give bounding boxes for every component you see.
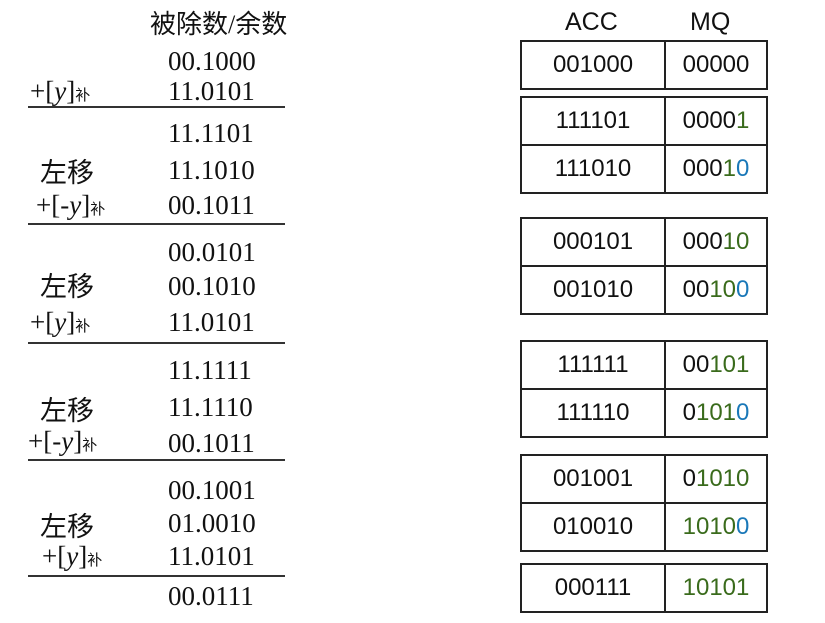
- add-y-complement-label-3: +[y]补: [42, 541, 103, 571]
- shift-left-label-1: 左移: [40, 158, 94, 188]
- mq-quotient-bits: 10: [709, 276, 737, 303]
- mq-bits: 000: [682, 155, 723, 182]
- left-value: 00.1001: [168, 475, 256, 505]
- register-row: 111111 00 101: [522, 342, 766, 388]
- acc-value: 000111: [522, 565, 666, 611]
- mq-quotient-bits: 10: [722, 228, 750, 255]
- acc-value: 000101: [522, 219, 666, 265]
- register-row: 000111 10101: [522, 565, 766, 611]
- left-value: 11.0101: [168, 307, 255, 337]
- left-value: 00.0101: [168, 237, 256, 267]
- acc-value: 001000: [522, 42, 666, 88]
- mq-quotient-bits: 101: [709, 351, 750, 378]
- shift-left-label-2: 左移: [40, 272, 94, 302]
- register-group: 111111 00 101 111110 0 101 0: [520, 340, 768, 438]
- left-value: 11.1101: [168, 118, 254, 148]
- mq-quotient-bits: 10101: [682, 574, 750, 601]
- acc-value: 111101: [522, 98, 666, 144]
- mq-value: 00 101: [666, 342, 766, 388]
- acc-value: 111010: [522, 146, 666, 192]
- register-group: 001001 0 1010 010010 1010 0: [520, 454, 768, 552]
- left-value: 00.1010: [168, 271, 256, 301]
- mq-bits: 00: [682, 351, 710, 378]
- register-row: 111010 000 1 0: [522, 144, 766, 192]
- register-row: 001000 00000: [522, 42, 766, 88]
- acc-value: 111110: [522, 390, 666, 436]
- add-y-complement-label-2: +[y]补: [30, 307, 91, 337]
- mq-shifted-bit: 0: [736, 276, 750, 303]
- separator-line: [28, 575, 285, 577]
- add-y-complement-label-1: +[y]补: [30, 76, 91, 106]
- register-group: 001000 00000: [520, 40, 768, 90]
- separator-line: [28, 223, 285, 225]
- left-value: 00.1011: [168, 428, 255, 458]
- acc-value: 001001: [522, 456, 666, 502]
- left-value: 11.0101: [168, 76, 255, 106]
- add-neg-y-complement-label-2: +[-y]补: [28, 426, 98, 456]
- left-value: 00.1000: [168, 46, 256, 76]
- mq-quotient-bits: 1010: [682, 513, 737, 540]
- acc-value: 111111: [522, 342, 666, 388]
- mq-quotient-bits: 101: [695, 399, 737, 426]
- register-row: 001010 00 10 0: [522, 265, 766, 313]
- mq-quotient-bits: 1010: [695, 465, 750, 492]
- add-neg-y-complement-label-1: +[-y]补: [36, 190, 106, 220]
- mq-shifted-bit: 0: [736, 399, 750, 426]
- dividend-remainder-title: 被除数/余数: [150, 10, 288, 39]
- mq-quotient-bits: 1: [722, 155, 737, 182]
- register-row: 000101 000 10: [522, 219, 766, 265]
- mq-value: 0000 1: [666, 98, 766, 144]
- mq-value: 00 10 0: [666, 267, 766, 313]
- mq-bits: 00: [682, 276, 710, 303]
- register-group: 000111 10101: [520, 563, 768, 613]
- mq-bits: 0: [682, 465, 696, 492]
- mq-value: 00010: [666, 146, 766, 192]
- acc-value: 001010: [522, 267, 666, 313]
- mq-header: MQ: [690, 8, 731, 36]
- left-value: 11.1010: [168, 155, 255, 185]
- mq-bits: 0000: [682, 107, 737, 134]
- left-value: 00.1011: [168, 190, 255, 220]
- separator-line: [28, 459, 285, 461]
- mq-value: 00000: [666, 42, 766, 88]
- register-group: 111101 0000 1 111010 000 1 0: [520, 96, 768, 194]
- mq-value: 01010: [666, 390, 766, 436]
- mq-quotient-bits: 1: [736, 107, 750, 134]
- shift-left-label-3: 左移: [40, 396, 94, 426]
- mq-value: 10101: [666, 565, 766, 611]
- separator-line: [28, 342, 285, 344]
- shift-left-label-4: 左移: [40, 512, 94, 542]
- mq-value: 1010 0: [666, 504, 766, 550]
- left-value: 11.1110: [168, 392, 253, 422]
- left-value: 11.1111: [168, 355, 252, 385]
- separator-line: [28, 106, 285, 108]
- acc-header: ACC: [565, 8, 618, 36]
- register-row: 111101 0000 1: [522, 98, 766, 144]
- register-row: 111110 0 101 0: [522, 388, 766, 436]
- mq-bits: 0: [682, 399, 696, 426]
- mq-bits: 000: [682, 228, 723, 255]
- register-group: 000101 000 10 001010 00 10 0: [520, 217, 768, 315]
- left-value: 01.0010: [168, 508, 256, 538]
- mq-shifted-bit: 0: [736, 513, 750, 540]
- mq-bits: 00000: [682, 51, 750, 78]
- mq-value: 01010: [666, 456, 766, 502]
- register-row: 001001 0 1010: [522, 456, 766, 502]
- register-row: 010010 1010 0: [522, 502, 766, 550]
- mq-value: 00010: [666, 219, 766, 265]
- left-value: 11.0101: [168, 541, 255, 571]
- mq-shifted-bit: 0: [736, 155, 750, 182]
- acc-value: 010010: [522, 504, 666, 550]
- left-value: 00.0111: [168, 581, 254, 611]
